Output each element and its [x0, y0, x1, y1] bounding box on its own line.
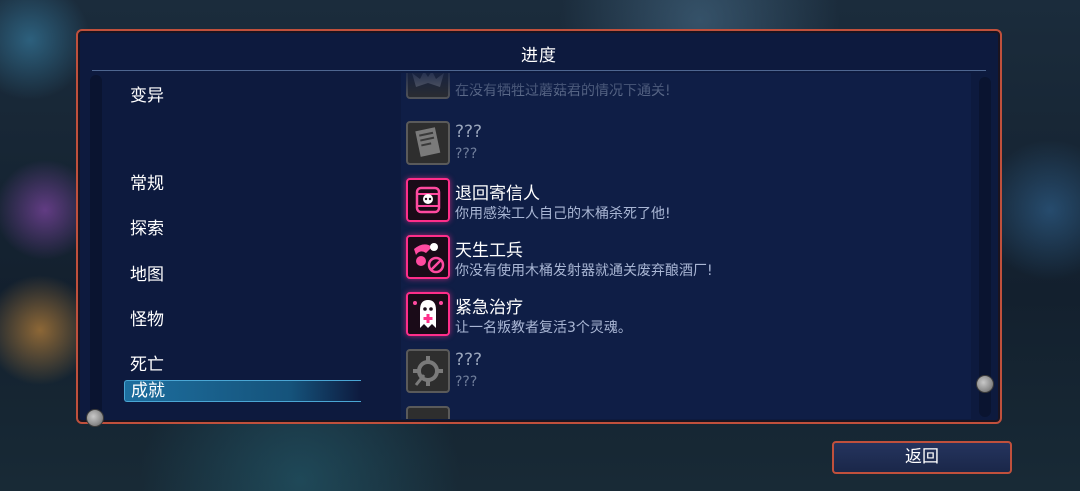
category-monsters[interactable]: 怪物 — [130, 305, 164, 330]
scrollbar-thumb-left[interactable] — [86, 409, 104, 427]
achievement-row[interactable]: 紧急治疗 让一名叛教者复活3个灵魂。 — [401, 290, 971, 342]
achievement-desc: 你没有使用木桶发射器就通关废弃酿酒厂! — [455, 263, 713, 279]
achievement-row[interactable]: ??? ??? — [401, 119, 971, 171]
title-divider — [92, 70, 986, 71]
category-mutations[interactable]: 变异 — [130, 81, 164, 106]
progress-panel: 进度 变异 常规 探索 地图 怪物 死亡 成就 在没有牺牲过蘑菇君的情况下通关! — [76, 29, 1002, 427]
achievement-row[interactable]: 天生工兵 你没有使用木桶发射器就通关废弃酿酒厂! — [401, 233, 971, 285]
gear-icon — [406, 349, 450, 393]
panel-title: 进度 — [521, 46, 557, 66]
category-exploration[interactable]: 探索 — [130, 214, 164, 239]
achievement-desc: ??? — [455, 146, 478, 162]
achievement-desc: 在没有牺牲过蘑菇君的情况下通关! — [455, 83, 671, 99]
achievement-desc: 你用感染工人自己的木桶杀死了他! — [455, 206, 671, 222]
achievement-row[interactable] — [401, 404, 971, 419]
category-map[interactable]: 地图 — [130, 260, 164, 285]
achievement-name: 紧急治疗 — [455, 298, 523, 318]
category-deaths[interactable]: 死亡 — [130, 350, 164, 375]
achievement-name: ??? — [455, 350, 483, 370]
skull-barrel-icon — [406, 178, 450, 222]
achievement-name: 天生工兵 — [455, 241, 523, 261]
achievement-name: ??? — [455, 122, 483, 142]
category-general[interactable]: 常规 — [130, 169, 164, 194]
scroll-icon — [406, 121, 450, 165]
achievement-scrollbar[interactable] — [979, 77, 991, 417]
locked-achievement-icon — [406, 406, 450, 419]
scrollbar-thumb-right[interactable] — [976, 375, 994, 393]
ghost-heal-icon — [406, 292, 450, 336]
category-scrollbar[interactable] — [90, 75, 102, 413]
achievement-row[interactable]: 在没有牺牲过蘑菇君的情况下通关! — [401, 73, 971, 105]
achievement-name: 退回寄信人 — [455, 184, 540, 204]
achievement-row[interactable]: 退回寄信人 你用感染工人自己的木桶杀死了他! — [401, 176, 971, 228]
achievement-row[interactable]: ??? ??? — [401, 347, 971, 399]
achievement-desc: ??? — [455, 374, 478, 390]
bat-icon — [406, 73, 450, 99]
achievement-desc: 让一名叛教者复活3个灵魂。 — [455, 320, 632, 336]
back-button[interactable]: 返回 — [832, 441, 1012, 474]
achievement-list: 在没有牺牲过蘑菇君的情况下通关! ??? ??? 退回寄信人 你用感染工人自己的… — [401, 73, 971, 419]
category-list: 变异 常规 探索 地图 怪物 死亡 成就 — [90, 73, 390, 413]
category-achievements[interactable]: 成就 — [124, 380, 361, 402]
no-barrel-icon — [406, 235, 450, 279]
